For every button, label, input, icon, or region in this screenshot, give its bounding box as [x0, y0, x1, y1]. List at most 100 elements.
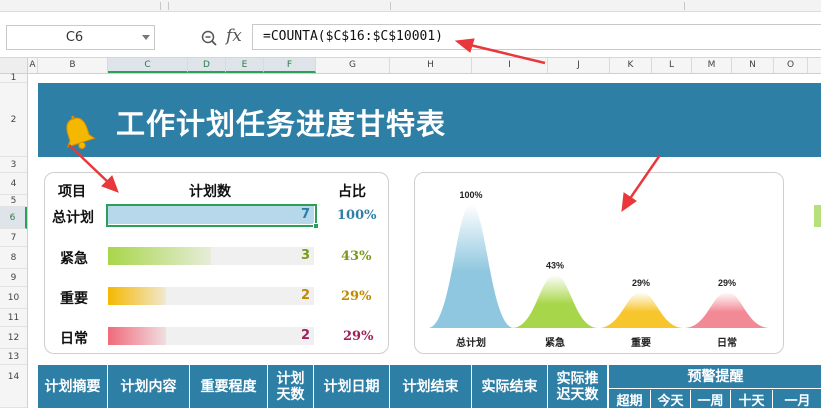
- select-all-corner[interactable]: [0, 58, 28, 73]
- col-plan-end[interactable]: 计划结束: [390, 365, 472, 408]
- row-header-6[interactable]: 6: [0, 207, 27, 229]
- chart-data-label: 29%: [632, 278, 650, 288]
- fill-handle[interactable]: [313, 223, 319, 229]
- chart-bell-1[interactable]: [512, 274, 598, 328]
- row-header-5[interactable]: 5: [0, 195, 27, 207]
- col-delay-days[interactable]: 实际推迟天数: [548, 365, 608, 408]
- chart-bell-0[interactable]: [428, 204, 514, 328]
- col-summary[interactable]: 计划摘要: [38, 365, 108, 408]
- chart-category-label: 日常: [717, 336, 737, 349]
- col-content[interactable]: 计划内容: [108, 365, 190, 408]
- column-header-m[interactable]: M: [692, 58, 732, 73]
- active-cell-selection[interactable]: [106, 204, 319, 229]
- chart-category-label: 重要: [631, 336, 651, 349]
- distribution-chart[interactable]: 100% 总计划 43% 紧急 29% 重要 29% 日常: [414, 172, 784, 354]
- progress-count: 2: [300, 328, 310, 343]
- percent-value: 29%: [341, 289, 372, 304]
- progress-count: 2: [300, 288, 310, 303]
- progress-fill: [108, 327, 166, 345]
- row-header-2[interactable]: 2: [0, 83, 27, 157]
- chevron-down-icon[interactable]: [142, 35, 150, 40]
- summary-header-count: 计划数: [189, 184, 231, 200]
- formula-bar: C6 fx =COUNTA($C$16:$C$10001): [0, 12, 821, 58]
- summary-header-ratio: 占比: [338, 184, 366, 200]
- column-header-i[interactable]: I: [472, 58, 548, 73]
- ribbon-divider: [390, 2, 391, 10]
- ribbon-divider: [160, 2, 161, 10]
- percent-value: 29%: [343, 329, 374, 344]
- column-header-f[interactable]: F: [264, 58, 316, 73]
- chart-bell-3[interactable]: [684, 292, 770, 328]
- progress-count: 3: [300, 248, 310, 263]
- col-importance[interactable]: 重要程度: [190, 365, 268, 408]
- chart-category-label: 紧急: [545, 336, 565, 349]
- row-header-7[interactable]: 7: [0, 229, 27, 247]
- col-plan-days[interactable]: 计划天数: [268, 365, 314, 408]
- chart-data-label: 29%: [718, 278, 736, 288]
- chart-category-label: 总计划: [456, 336, 486, 349]
- progress-bar[interactable]: 2: [108, 327, 314, 345]
- row-header-13[interactable]: 13: [0, 349, 27, 365]
- row-headers: 1 2 3 4 5 6 7 8 9 10 11 12 13 14: [0, 74, 28, 408]
- warning-col-tendays[interactable]: 十天: [731, 390, 773, 408]
- row-header-4[interactable]: 4: [0, 173, 27, 195]
- progress-bar[interactable]: 2: [108, 287, 314, 305]
- name-box[interactable]: C6: [6, 25, 155, 50]
- column-header-c[interactable]: C: [108, 58, 188, 73]
- column-header-k[interactable]: K: [610, 58, 652, 73]
- column-header-l[interactable]: L: [652, 58, 692, 73]
- percent-value: 43%: [341, 249, 372, 264]
- ribbon-divider: [684, 2, 685, 10]
- row-header-12[interactable]: 12: [0, 327, 27, 349]
- formula-text[interactable]: =COUNTA($C$16:$C$10001): [263, 29, 443, 44]
- spreadsheet-window: C6 fx =COUNTA($C$16:$C$10001) A B C D E …: [0, 0, 821, 408]
- row-header-14[interactable]: 14: [0, 365, 27, 408]
- warning-group-title[interactable]: 预警提醒: [609, 365, 821, 389]
- column-header-n[interactable]: N: [732, 58, 774, 73]
- row-header-3[interactable]: 3: [0, 157, 27, 173]
- column-header-o[interactable]: O: [774, 58, 808, 73]
- formula-input[interactable]: =COUNTA($C$16:$C$10001): [252, 24, 821, 50]
- row-header-11[interactable]: 11: [0, 309, 27, 327]
- summary-row-label: 紧急: [60, 251, 88, 267]
- offscreen-bar: [814, 205, 821, 227]
- summary-row-label: 总计划: [52, 210, 94, 226]
- name-box-value[interactable]: C6: [7, 26, 142, 49]
- row-header-8[interactable]: 8: [0, 247, 27, 269]
- column-header-b[interactable]: B: [38, 58, 108, 73]
- row-header-9[interactable]: 9: [0, 269, 27, 287]
- row-header-10[interactable]: 10: [0, 287, 27, 309]
- column-header-g[interactable]: G: [316, 58, 390, 73]
- ribbon-divider: [168, 2, 169, 10]
- progress-fill: [108, 247, 211, 265]
- summary-row-label: 重要: [60, 291, 88, 307]
- column-header-e[interactable]: E: [226, 58, 264, 73]
- col-plan-date[interactable]: 计划日期: [314, 365, 390, 408]
- col-actual-end[interactable]: 实际结束: [472, 365, 548, 408]
- warning-col-week[interactable]: 一周: [691, 390, 731, 408]
- summary-row-label: 日常: [60, 331, 88, 347]
- chart-data-label: 100%: [459, 190, 482, 200]
- column-header-a[interactable]: A: [28, 58, 38, 73]
- column-headers: A B C D E F G H I J K L M N O: [0, 58, 821, 74]
- ribbon-strip: [0, 0, 821, 12]
- warning-col-today[interactable]: 今天: [651, 390, 691, 408]
- percent-value: 100%: [337, 208, 377, 223]
- column-header-h[interactable]: H: [390, 58, 472, 73]
- page-title: 工作计划任务进度甘特表: [116, 107, 447, 141]
- bell-icon: [66, 115, 96, 150]
- zoom-out-icon[interactable]: [200, 29, 218, 47]
- progress-bar[interactable]: 3: [108, 247, 314, 265]
- chart-data-label: 43%: [546, 261, 564, 271]
- fx-icon[interactable]: fx: [226, 26, 242, 46]
- chart-bell-2[interactable]: [598, 292, 684, 328]
- column-header-d[interactable]: D: [188, 58, 226, 73]
- column-header-j[interactable]: J: [548, 58, 610, 73]
- warning-col-overdue[interactable]: 超期: [609, 390, 651, 408]
- progress-fill: [108, 287, 166, 305]
- warning-col-month[interactable]: 一月: [773, 390, 821, 408]
- warning-group: 预警提醒 超期 今天 一周 十天 一月: [608, 365, 821, 408]
- summary-header-item: 项目: [58, 184, 86, 200]
- row-header-1[interactable]: 1: [0, 74, 27, 83]
- task-table-header: 计划摘要 计划内容 重要程度 计划天数 计划日期 计划结束 实际结束 实际推迟天…: [38, 365, 821, 408]
